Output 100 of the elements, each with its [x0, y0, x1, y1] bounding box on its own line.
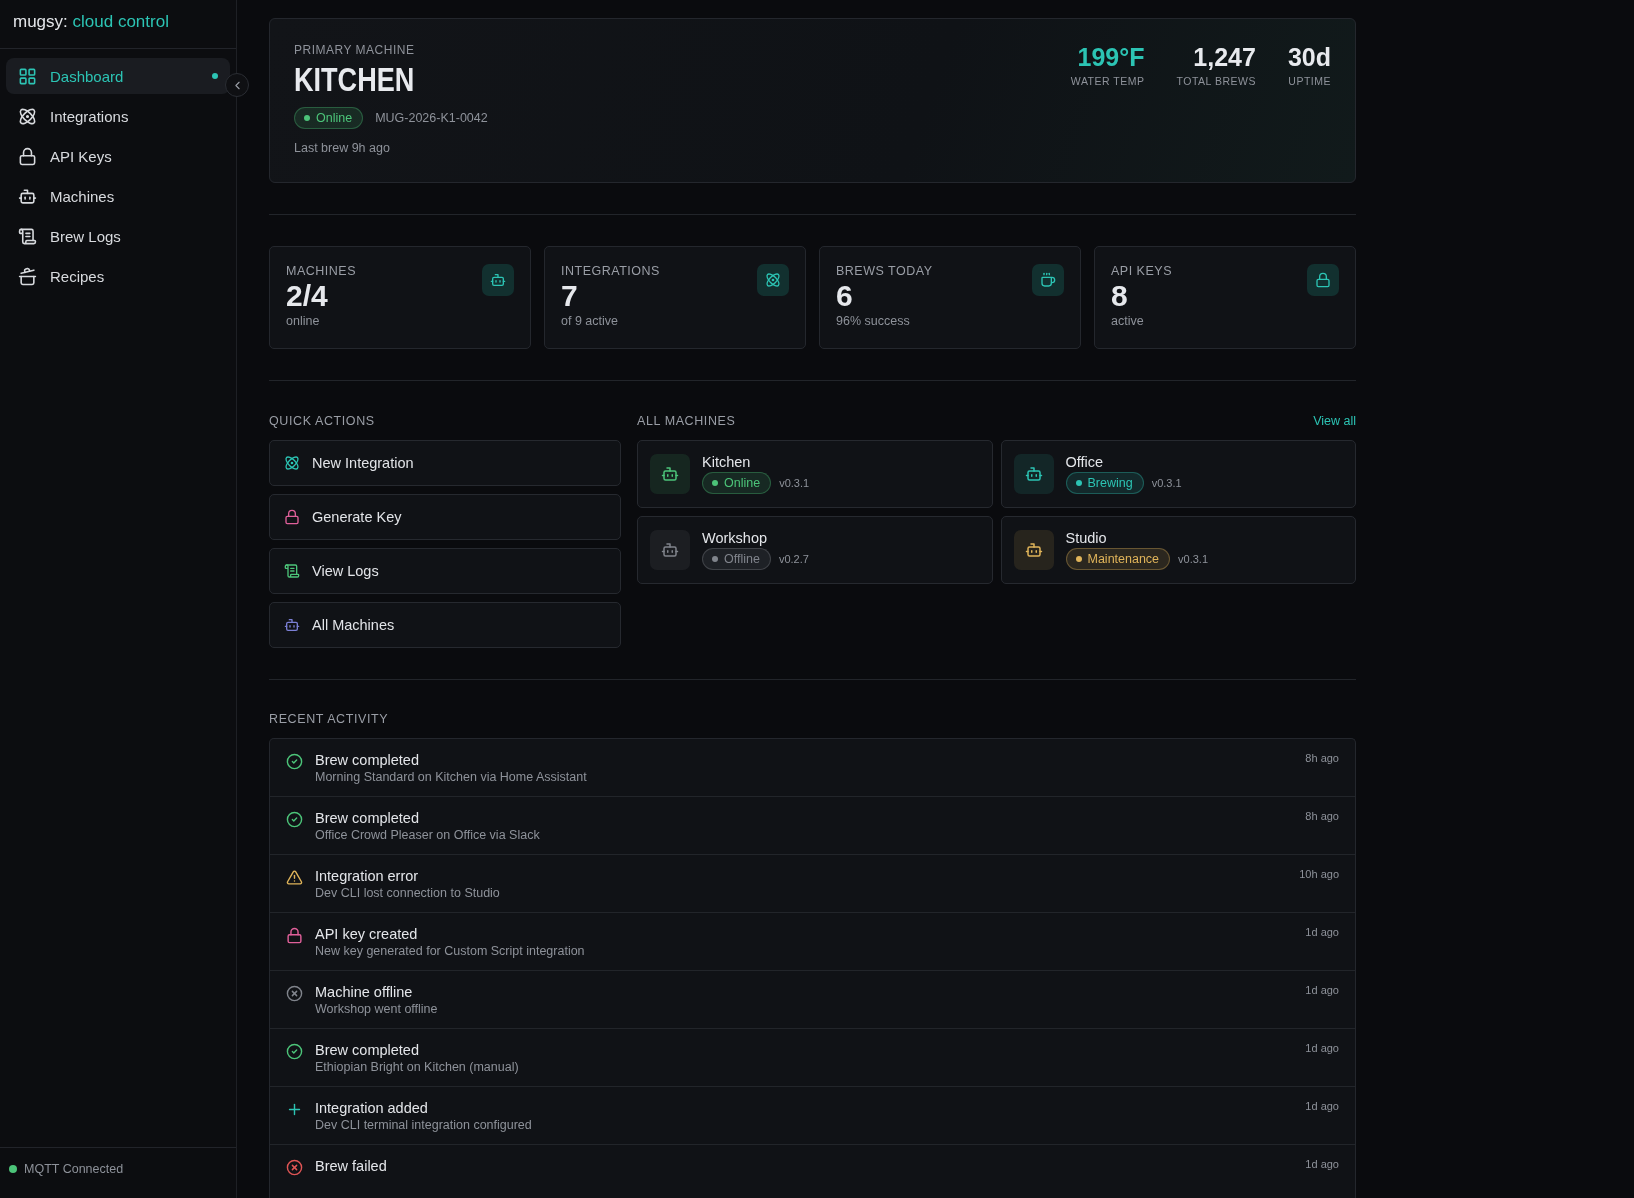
stat-value: 8 [1111, 278, 1129, 314]
nav-item[interactable]: Integrations [6, 98, 230, 134]
metric-label: UPTIME [1288, 75, 1331, 87]
last-brew: Last brew 9h ago [294, 141, 391, 155]
activity-title: API key created [315, 926, 419, 942]
activity-title: Integration error [315, 868, 420, 884]
activity-time: 8h ago [1305, 752, 1339, 766]
activity-time: 1d ago [1305, 1042, 1339, 1056]
check-circle-icon [286, 753, 303, 770]
stat-caption: of 9 active [561, 314, 619, 328]
quick-action-button[interactable]: All Machines [269, 602, 621, 648]
pot-icon [18, 266, 37, 286]
connection-status: MQTT Connected [24, 1162, 124, 1176]
machine-name: Studio [1065, 530, 1108, 546]
metric-label: TOTAL BREWS [1176, 75, 1256, 87]
activity-title: Brew completed [315, 1042, 420, 1058]
activity-time: 1d ago [1305, 1100, 1339, 1114]
activity-time: 1d ago [1305, 1158, 1339, 1172]
activity-detail: Dev CLI terminal integration configured [315, 1118, 533, 1132]
machine-name: Kitchen [702, 454, 752, 470]
atom-icon [18, 106, 37, 126]
lock-icon [1315, 272, 1331, 288]
dashboard-icon [18, 66, 37, 86]
robot-icon [661, 465, 679, 483]
atom-icon [284, 455, 300, 471]
lock-icon [284, 509, 300, 525]
warning-icon [286, 869, 303, 886]
x-circle-icon [286, 985, 303, 1002]
nav-item[interactable]: Dashboard [6, 58, 230, 94]
nav-item[interactable]: API Keys [6, 138, 230, 174]
firmware-version: v0.3.1 [1151, 477, 1182, 489]
activity-time: 8h ago [1305, 810, 1339, 824]
app-title: mugsy: cloud control [0, 0, 236, 49]
metric-value: 30d [1287, 43, 1331, 72]
activity-title: Brew failed [315, 1158, 388, 1174]
firmware-version: v0.3.1 [779, 477, 810, 489]
view-all-link[interactable]: View all [1313, 414, 1356, 428]
firmware-version: v0.2.7 [778, 553, 809, 565]
stat-value: 7 [561, 278, 579, 314]
quick-action-button[interactable]: View Logs [269, 548, 621, 594]
coffee-cup-icon [1040, 272, 1056, 288]
robot-icon [18, 186, 37, 206]
machine-card[interactable]: Office Brewing v0.3.1 [1000, 440, 1356, 508]
machine-title: KITCHEN [294, 61, 416, 99]
stat-label: INTEGRATIONS [561, 264, 660, 278]
activity-detail: Morning Standard on Kitchen via Home Assistant [315, 770, 588, 784]
stat-caption: 96% success [836, 314, 911, 328]
lock-icon [18, 146, 37, 166]
stat-label: API KEYS [1111, 264, 1172, 278]
check-circle-icon [286, 811, 303, 828]
x-circle-icon [286, 1159, 303, 1176]
machine-card[interactable]: Workshop Offline v0.2.7 [637, 516, 993, 584]
active-dot [212, 73, 218, 79]
robot-icon [661, 541, 679, 559]
plus-icon [286, 1101, 303, 1118]
card-eyebrow: PRIMARY MACHINE [294, 43, 416, 57]
metric-value: 199°F [1077, 43, 1145, 72]
activity-detail: Office Crowd Pleaser on Office via Slack [315, 828, 541, 842]
quick-action-button[interactable]: Generate Key [269, 494, 621, 540]
status-badge: Online [702, 472, 772, 494]
nav-item[interactable]: Brew Logs [6, 218, 230, 254]
firmware-version: v0.3.1 [1178, 553, 1209, 565]
activity-detail: New key generated for Custom Script integration [315, 944, 586, 958]
stat-caption: active [1111, 314, 1145, 328]
metric-label: WATER TEMP [1070, 75, 1145, 87]
status-badge: Maintenance [1065, 548, 1171, 570]
activity-title: Brew completed [315, 810, 420, 826]
collapse-button[interactable] [225, 73, 249, 97]
scroll-icon [18, 226, 37, 246]
machine-name: Workshop [702, 530, 768, 546]
machine-card[interactable]: Studio Maintenance v0.3.1 [1000, 516, 1356, 584]
activity-time: 10h ago [1299, 868, 1339, 882]
section-title: RECENT ACTIVITY [269, 712, 389, 726]
metric-value: 1,247 [1193, 43, 1256, 72]
quick-action-button[interactable]: New Integration [269, 440, 621, 486]
scroll-icon [284, 563, 300, 579]
section-title: ALL MACHINES [637, 414, 736, 428]
lock-icon [286, 927, 303, 944]
machine-card[interactable]: Kitchen Online v0.3.1 [637, 440, 993, 508]
robot-icon [284, 617, 300, 633]
activity-detail: Dev CLI lost connection to Studio [315, 886, 501, 900]
activity-title: Brew completed [315, 752, 420, 768]
stat-label: MACHINES [286, 264, 356, 278]
stat-value: 2/4 [286, 278, 329, 314]
atom-icon [765, 272, 781, 288]
activity-title: Machine offline [315, 984, 414, 1000]
nav-item[interactable]: Machines [6, 178, 230, 214]
stat-label: BREWS TODAY [836, 264, 933, 278]
stat-caption: online [286, 314, 321, 328]
status-badge: Offline [702, 548, 771, 570]
machine-name: Office [1065, 454, 1105, 470]
check-circle-icon [286, 1043, 303, 1060]
activity-detail: Workshop went offline [315, 1002, 439, 1016]
robot-icon [490, 272, 506, 288]
stat-value: 6 [836, 278, 854, 314]
status-badge: Online [294, 107, 364, 129]
activity-time: 1d ago [1305, 926, 1339, 940]
nav-item[interactable]: Recipes [6, 258, 230, 294]
activity-title: Integration added [315, 1100, 429, 1116]
section-title: QUICK ACTIONS [269, 414, 375, 428]
